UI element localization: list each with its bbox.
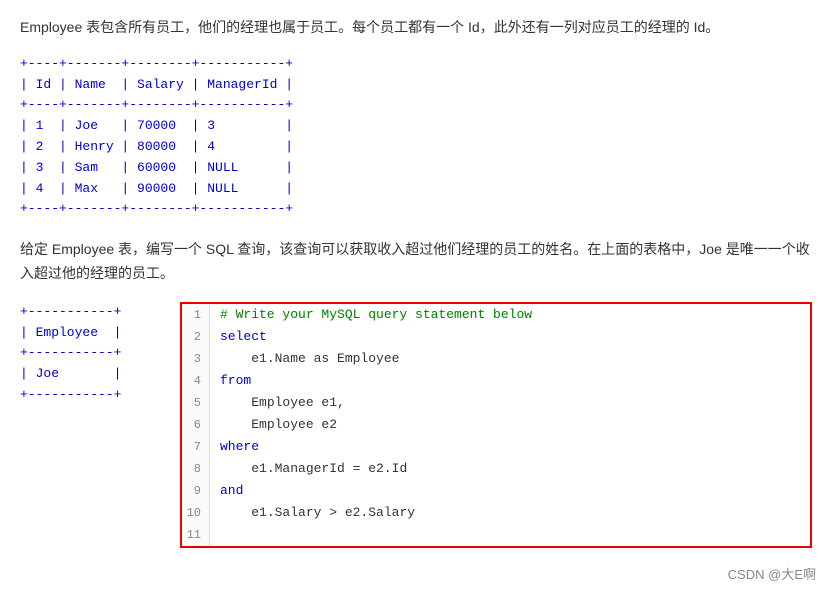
line-number: 6 [182,414,210,436]
token-kw: from [220,373,251,388]
bottom-section: +-----------+ | Employee | +-----------+… [20,302,812,548]
result-table-ascii: +-----------+ | Employee | +-----------+… [20,302,150,406]
token-kw: and [220,483,243,498]
token-indent [220,395,251,410]
token-comment: # Write your MySQL query statement below [220,307,532,322]
token-ident: e1.ManagerId = e2.Id [251,461,407,476]
line-number: 9 [182,480,210,502]
line-number: 3 [182,348,210,370]
token-indent [220,461,251,476]
line-number: 4 [182,370,210,392]
code-editor: 1 # Write your MySQL query statement belo… [180,302,812,548]
token-ident: Employee e2 [251,417,337,432]
code-line: 5 Employee e1, [182,392,810,414]
token-ident: e1.Name as Employee [251,351,399,366]
desc-text: 给定 Employee 表，编写一个 SQL 查询，该查询可以获取收入超过他们经… [20,241,810,281]
line-content: and [210,480,243,502]
line-content: select [210,326,267,348]
token-indent [220,505,251,520]
line-content: Employee e1, [210,392,345,414]
line-content: # Write your MySQL query statement below [210,304,532,326]
token-ident: e1.Salary > e2.Salary [251,505,415,520]
token-ident: Employee e1, [251,395,345,410]
line-number: 5 [182,392,210,414]
code-line: 10 e1.Salary > e2.Salary [182,502,810,524]
line-number: 2 [182,326,210,348]
desc-paragraph: 给定 Employee 表，编写一个 SQL 查询，该查询可以获取收入超过他们经… [20,238,812,286]
line-number: 1 [182,304,210,326]
token-kw: select [220,329,267,344]
code-line: 7 where [182,436,810,458]
intro-paragraph: Employee 表包含所有员工，他们的经理也属于员工。每个员工都有一个 Id，… [20,16,812,40]
line-number: 8 [182,458,210,480]
line-content: Employee e2 [210,414,337,436]
code-line: 3 e1.Name as Employee [182,348,810,370]
code-line: 9 and [182,480,810,502]
code-line: 6 Employee e2 [182,414,810,436]
code-line: 2 select [182,326,810,348]
line-content: from [210,370,251,392]
code-line: 4 from [182,370,810,392]
code-line: 11 [182,524,810,546]
token-kw: where [220,439,259,454]
watermark: CSDN @大E啊 [728,564,816,583]
line-number: 10 [182,502,210,524]
code-line: 1 # Write your MySQL query statement belo… [182,304,810,326]
line-content: e1.Salary > e2.Salary [210,502,415,524]
line-content: e1.ManagerId = e2.Id [210,458,407,480]
line-content: where [210,436,259,458]
main-table-ascii: +----+-------+--------+-----------+ | Id… [20,54,812,220]
line-number: 7 [182,436,210,458]
intro-text: Employee 表包含所有员工，他们的经理也属于员工。每个员工都有一个 Id，… [20,19,719,35]
line-content: e1.Name as Employee [210,348,399,370]
code-line: 8 e1.ManagerId = e2.Id [182,458,810,480]
token-indent [220,351,251,366]
token-indent [220,417,251,432]
line-number: 11 [182,524,210,546]
